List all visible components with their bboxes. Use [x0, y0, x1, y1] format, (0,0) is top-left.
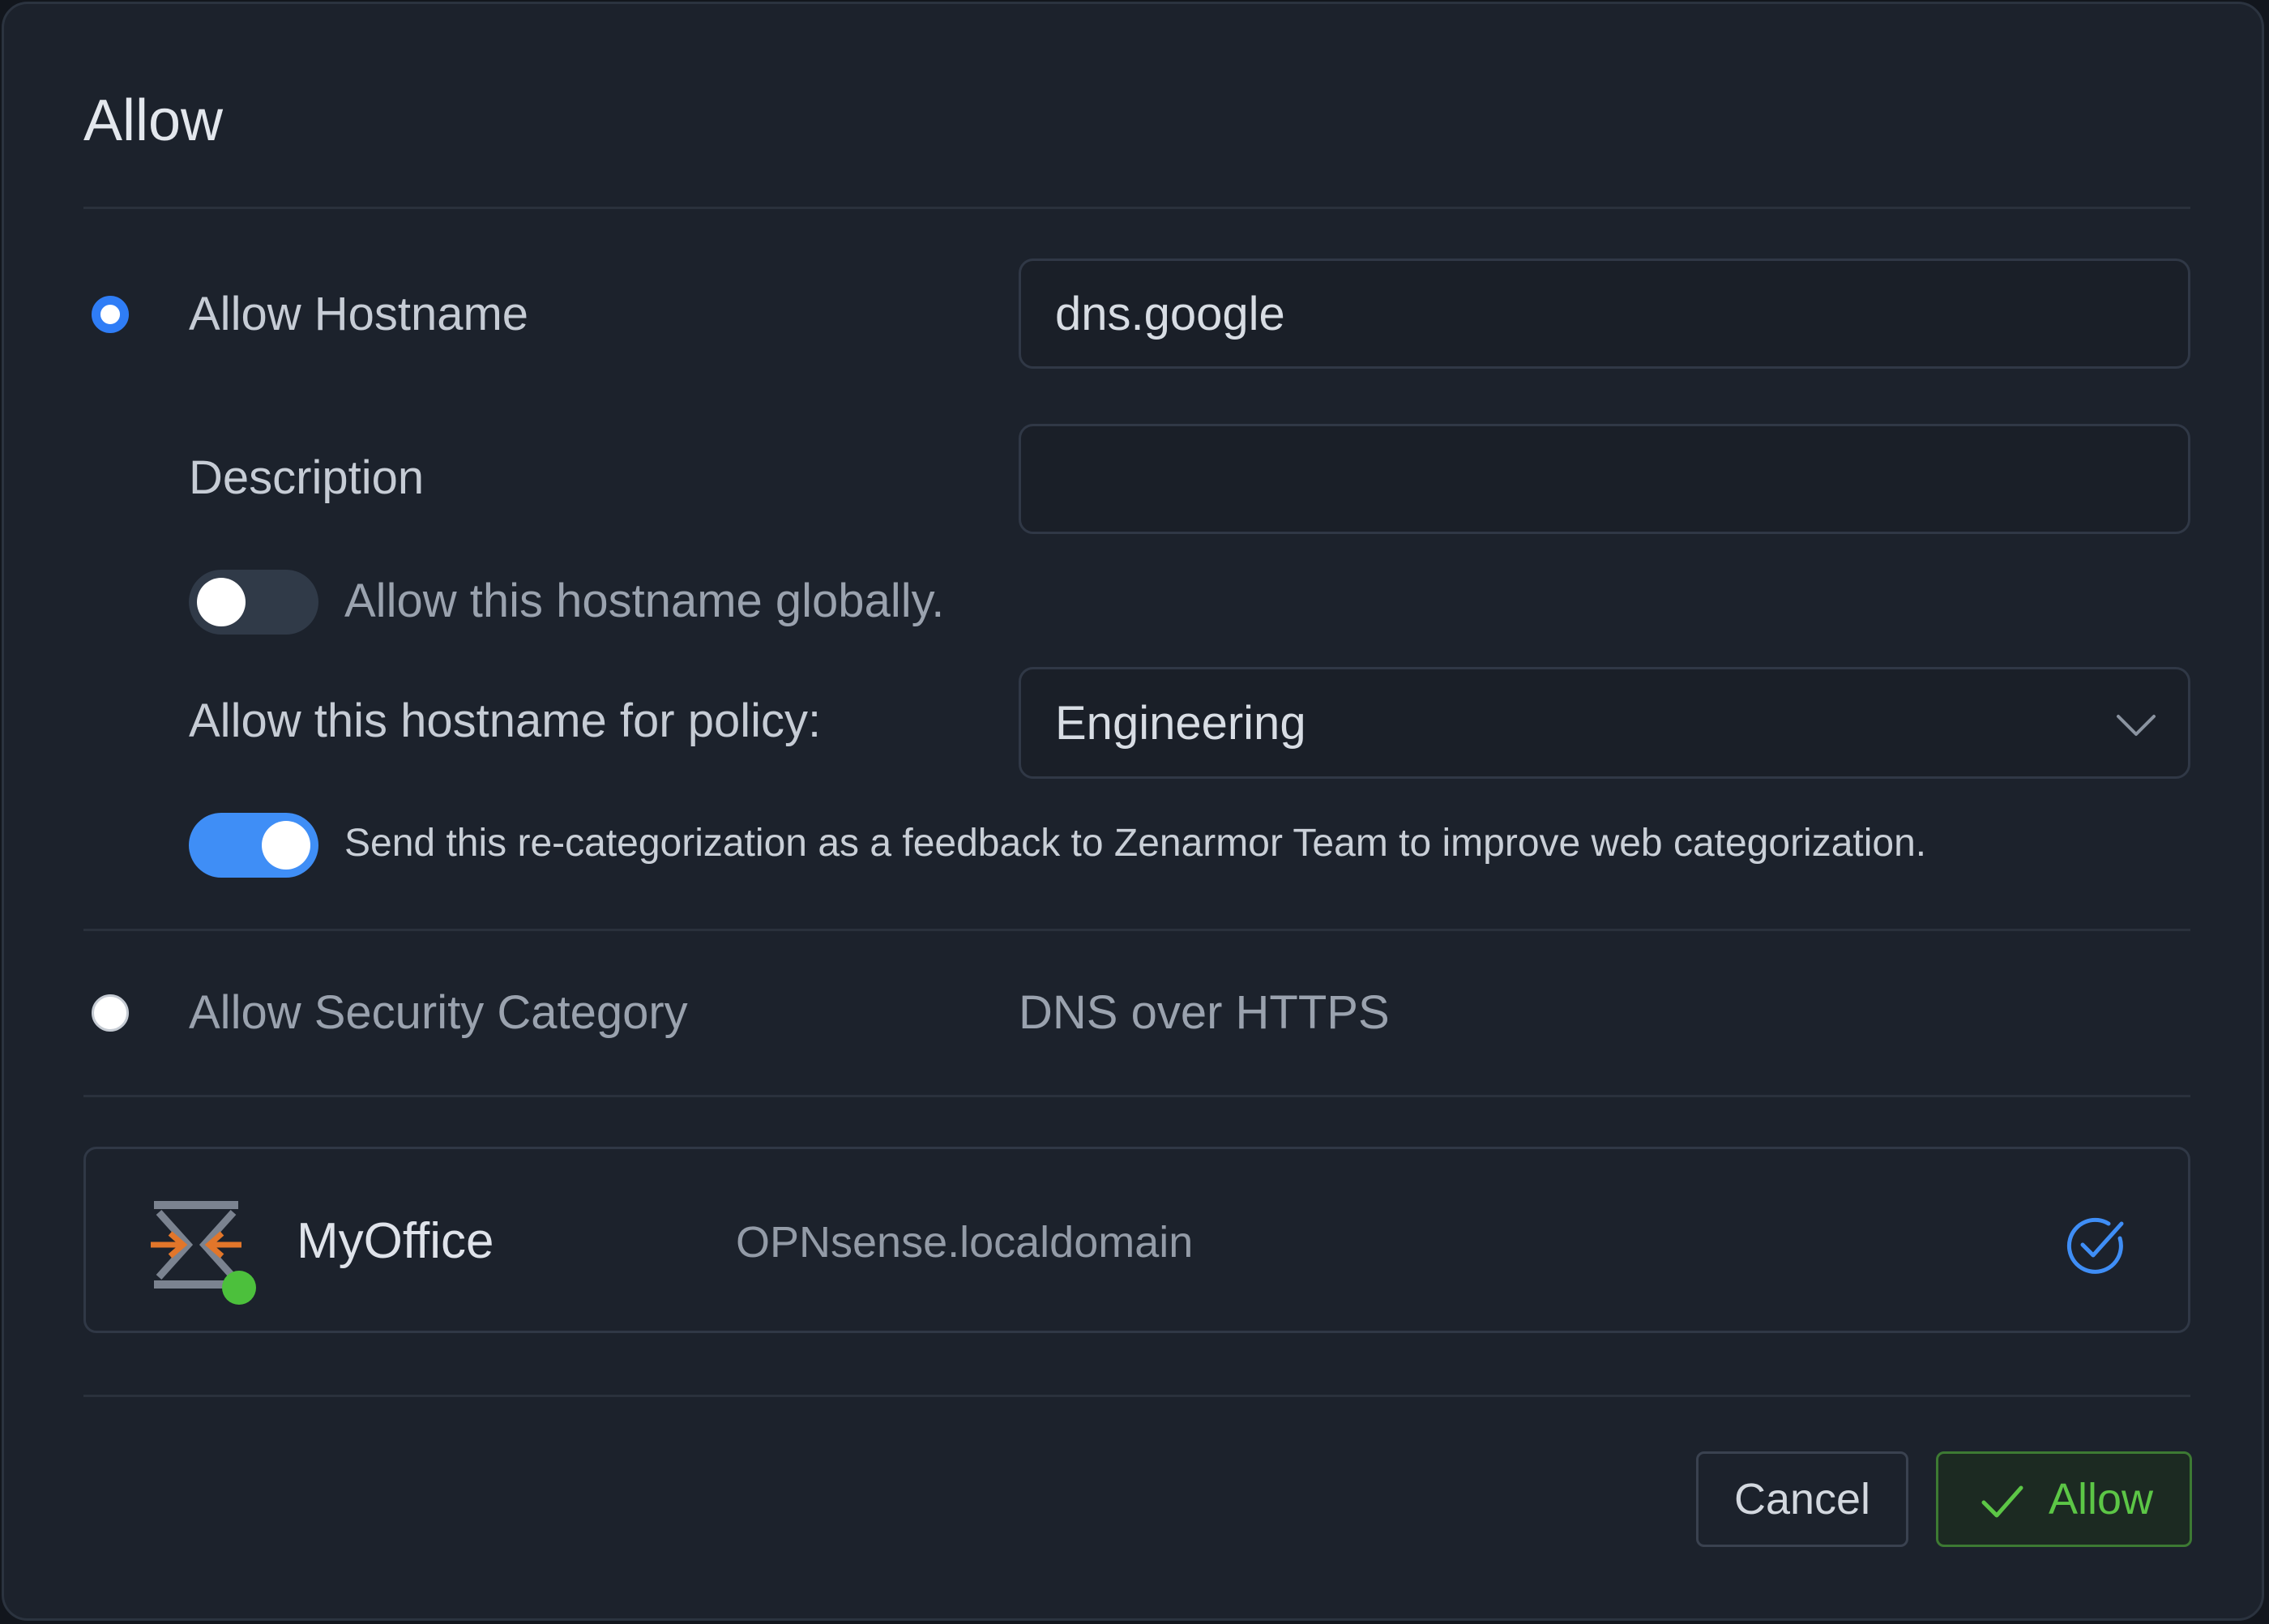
device-name: MyOffice — [297, 1213, 494, 1269]
description-input[interactable] — [1019, 424, 2190, 534]
policy-selected-value: Engineering — [1055, 697, 1306, 750]
allow-dialog: Allow Allow Hostname Description Allow t… — [2, 2, 2264, 1621]
section-divider — [83, 1095, 2190, 1097]
section-divider — [83, 929, 2190, 931]
toggle-knob — [197, 578, 246, 626]
hostname-input[interactable] — [1019, 259, 2190, 369]
device-card[interactable]: MyOffice OPNsense.localdomain — [83, 1147, 2190, 1333]
policy-label: Allow this hostname for policy: — [189, 694, 822, 747]
allow-globally-toggle[interactable] — [189, 570, 318, 635]
feedback-toggle-label: Send this re-categorization as a feedbac… — [344, 822, 1927, 865]
allow-button[interactable]: Allow — [1936, 1451, 2192, 1547]
allow-hostname-radio[interactable] — [92, 296, 129, 333]
description-label: Description — [189, 451, 425, 504]
feedback-toggle[interactable] — [189, 813, 318, 878]
allow-hostname-label: Allow Hostname — [189, 288, 529, 340]
chevron-down-icon — [2117, 715, 2156, 736]
security-category-name: DNS over HTTPS — [1019, 986, 1390, 1039]
checkmark-icon — [1981, 1485, 2023, 1518]
check-circle-icon[interactable] — [2063, 1212, 2128, 1277]
cancel-button[interactable]: Cancel — [1696, 1451, 1908, 1547]
allow-button-label: Allow — [2049, 1475, 2154, 1524]
toggle-knob — [262, 821, 310, 870]
dialog-title: Allow — [83, 88, 224, 153]
allow-security-category-label: Allow Security Category — [189, 986, 688, 1039]
device-hostname: OPNsense.localdomain — [736, 1218, 1194, 1267]
allow-security-category-radio[interactable] — [92, 994, 129, 1032]
policy-select[interactable]: Engineering — [1019, 667, 2190, 779]
online-status-dot — [222, 1271, 256, 1305]
allow-globally-label: Allow this hostname globally. — [344, 575, 945, 627]
footer-divider — [83, 1395, 2190, 1397]
title-divider — [83, 207, 2190, 209]
